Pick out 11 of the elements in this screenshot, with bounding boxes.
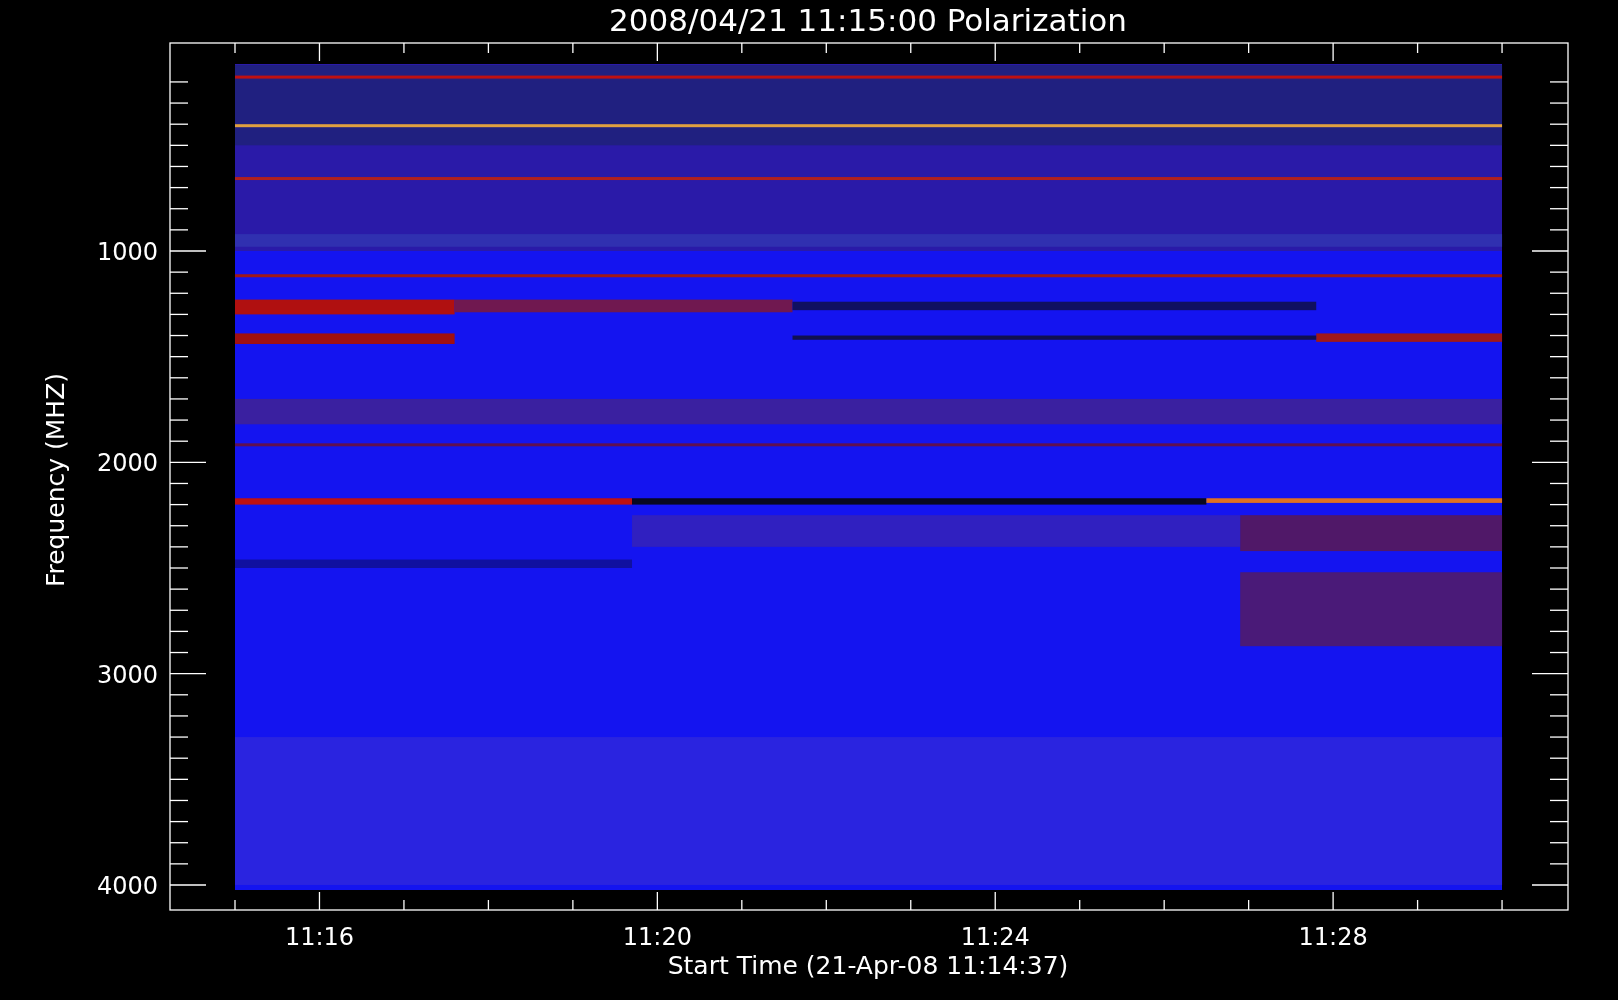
tick-label: 11:24 [960, 923, 1030, 951]
tick-label: 11:16 [284, 923, 355, 951]
tick-label: 11:28 [1298, 923, 1368, 951]
tick-label: 3000 [96, 660, 158, 689]
plot-title: 2008/04/21 11:15:00 Polarization [609, 2, 1127, 38]
axis-label: Start Time (21-Apr-08 11:14:37) [667, 951, 1069, 980]
tick-label: 2000 [96, 449, 158, 478]
tick-label: 1000 [96, 238, 158, 266]
tick-label: 11:20 [622, 923, 692, 951]
tick-label: 4000 [96, 872, 158, 900]
axis-label: Frequency (MHZ) [41, 372, 70, 588]
